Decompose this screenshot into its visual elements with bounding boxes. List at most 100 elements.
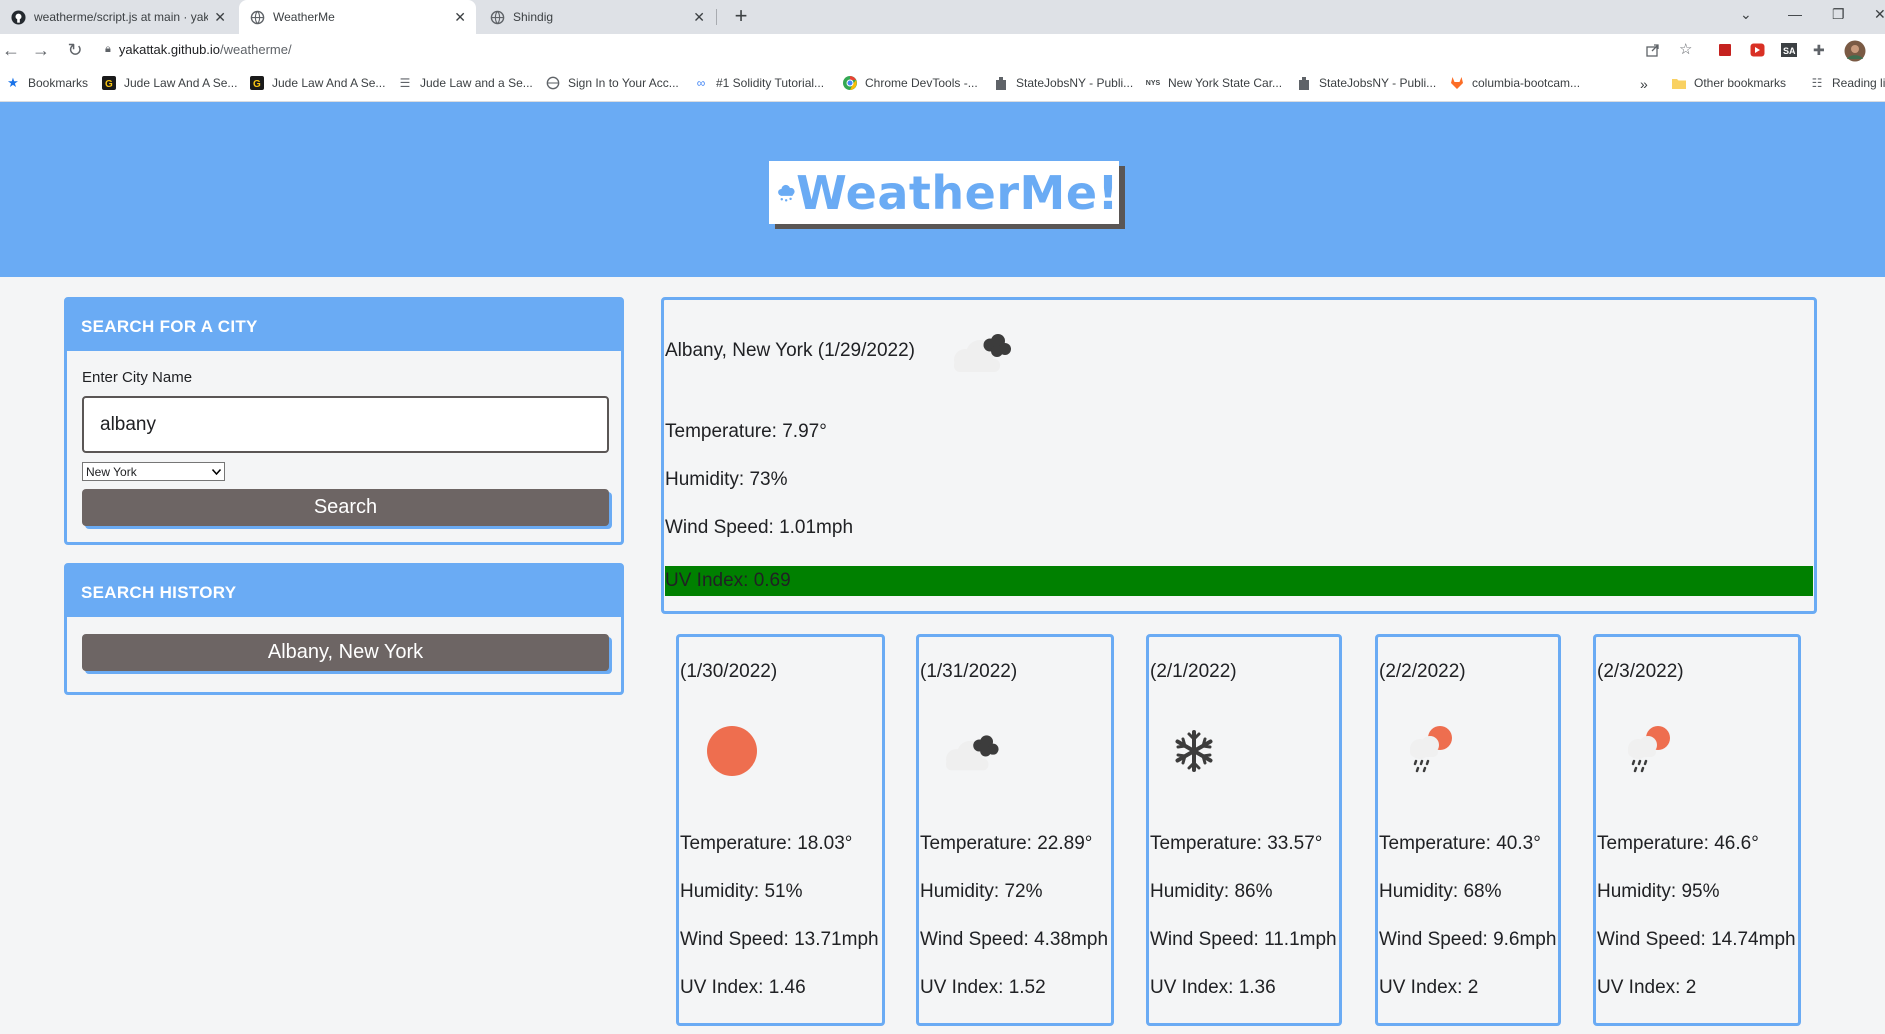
close-window-icon[interactable]: ✕ (1874, 6, 1885, 23)
share-icon[interactable] (1646, 43, 1662, 59)
bookmark-label: Reading li (1832, 76, 1885, 90)
page-content: WeatherMe! SEARCH FOR A CITY Enter City … (0, 102, 1885, 1034)
forward-icon[interactable]: → (30, 40, 52, 62)
avatar[interactable] (1844, 40, 1866, 62)
github-icon (10, 9, 26, 25)
bookmark-star-icon[interactable]: ☆ (1679, 42, 1695, 59)
search-panel: SEARCH FOR A CITY Enter City Name New Yo… (64, 297, 624, 545)
bookmarks-overflow-button[interactable]: » (1640, 76, 1648, 92)
forecast-wind-speed: Wind Speed: 9.6mph (1379, 929, 1557, 950)
tab-label: Shindig (513, 10, 554, 24)
reading-list[interactable]: ☷ Reading li (1810, 76, 1885, 90)
bookmark-item[interactable]: ★ Bookmarks (6, 75, 89, 90)
cloudy-icon (954, 334, 1011, 372)
close-icon[interactable]: ✕ (214, 9, 226, 26)
forecast-date: (2/2/2022) (1379, 661, 1466, 682)
url-field[interactable]: 🔒︎ yakattak.github.io/weatherme/ (105, 42, 292, 57)
bookmark-item[interactable]: G Jude Law And A Se... (250, 76, 385, 90)
tab-shindig[interactable]: Shindig ✕ (479, 0, 715, 34)
search-panel-heading: SEARCH FOR A CITY (67, 300, 621, 351)
extension-video-icon[interactable] (1750, 43, 1766, 59)
forecast-wind-speed: Wind Speed: 11.1mph (1150, 929, 1337, 950)
reading-list-icon: ☷ (1811, 76, 1823, 90)
building-icon (1297, 76, 1311, 90)
browser-tab-bar: weatherme/script.js at main · yak ✕ Weat… (0, 0, 1885, 34)
bookmark-item[interactable]: StateJobsNY - Publi... (994, 76, 1133, 90)
forecast-wind-speed: Wind Speed: 4.38mph (920, 929, 1109, 950)
bookmark-item[interactable]: Sign In to Your Acc... (546, 76, 679, 90)
current-humidity: Humidity: 73% (665, 469, 788, 490)
tab-github[interactable]: weatherme/script.js at main · yak ✕ (0, 0, 236, 34)
bookmark-label: #1 Solidity Tutorial... (716, 76, 825, 90)
bookmark-item[interactable]: Chrome DevTools -... (843, 76, 978, 90)
close-icon[interactable]: ✕ (693, 9, 705, 26)
bookmark-item[interactable]: StateJobsNY - Publi... (1297, 76, 1436, 90)
g-icon: G (102, 76, 116, 90)
snowflake-icon (1175, 730, 1213, 772)
forecast-humidity: Humidity: 95% (1597, 881, 1720, 902)
bookmark-item[interactable]: G Jude Law And A Se... (102, 76, 237, 90)
current-city-date: Albany, New York (1/29/2022) (665, 340, 915, 361)
current-uv-index: UV Index: 0.69 (665, 566, 1813, 596)
forecast-humidity: Humidity: 68% (1379, 881, 1502, 902)
rain-sun-icon (1410, 726, 1452, 773)
globe-icon (489, 9, 505, 25)
bookmark-label: New York State Car... (1168, 76, 1283, 90)
forecast-temperature: Temperature: 46.6° (1597, 833, 1759, 854)
history-panel-heading: SEARCH HISTORY (67, 566, 621, 617)
forecast-card: (2/3/2022) Temperature: 46.6° Humidity: … (1593, 634, 1801, 1026)
globe-icon (249, 9, 265, 25)
minimize-icon[interactable]: — (1788, 6, 1802, 22)
sun-icon (707, 726, 757, 776)
folder-icon (1672, 76, 1686, 90)
other-bookmarks[interactable]: Other bookmarks (1672, 76, 1786, 90)
restore-icon[interactable]: ❐ (1832, 6, 1845, 23)
city-search-input[interactable] (82, 396, 609, 453)
star-icon: ★ (7, 75, 19, 90)
bookmark-label: Jude Law and a Se... (420, 76, 533, 90)
bookmark-item[interactable]: ☰ Jude Law and a Se... (398, 76, 533, 90)
search-button[interactable]: Search (82, 489, 609, 526)
new-tab-button[interactable]: + (728, 4, 754, 30)
rain-sun-icon (1628, 726, 1670, 773)
forecast-temperature: Temperature: 18.03° (680, 833, 853, 854)
bookmark-label: columbia-bootcam... (1472, 76, 1581, 90)
bookmark-item[interactable]: NYS New York State Car... (1146, 76, 1282, 90)
reload-icon[interactable]: ↻ (64, 40, 86, 62)
forecast-humidity: Humidity: 86% (1150, 881, 1273, 902)
bookmark-item[interactable]: columbia-bootcam... (1450, 76, 1580, 90)
forecast-wind-speed: Wind Speed: 13.71mph (680, 929, 879, 950)
forecast-uv-index: UV Index: 1.36 (1150, 977, 1276, 998)
forecast-card: (2/1/2022) Temperature: 33.57° Humidity:… (1146, 634, 1342, 1026)
extension-sa-icon[interactable]: SA (1781, 43, 1797, 59)
forecast-temperature: Temperature: 33.57° (1150, 833, 1323, 854)
bookmarks-bar: ★ Bookmarks G Jude Law And A Se... G Jud… (0, 68, 1885, 102)
back-icon[interactable]: ← (0, 40, 22, 62)
bookmark-label: Bookmarks (28, 76, 89, 90)
svg-text:G: G (253, 79, 261, 90)
bookmark-label: StateJobsNY - Publi... (1319, 76, 1437, 90)
forecast-temperature: Temperature: 40.3° (1379, 833, 1541, 854)
state-select-value: New York (86, 464, 137, 479)
forecast-card: (1/31/2022) Temperature: 22.89° Humidity… (916, 634, 1114, 1026)
tab-label: weatherme/script.js at main · yak (34, 10, 209, 24)
close-icon[interactable]: ✕ (454, 9, 466, 26)
tab-weatherme[interactable]: WeatherMe ✕ (239, 0, 476, 34)
extension-red-icon[interactable] (1718, 43, 1734, 59)
building-icon (994, 76, 1008, 90)
forecast-temperature: Temperature: 22.89° (920, 833, 1093, 854)
bookmark-item[interactable]: ∞ #1 Solidity Tutorial... (694, 76, 824, 90)
extensions-puzzle-icon[interactable]: ✚ (1813, 43, 1829, 59)
current-temperature: Temperature: 7.97° (665, 421, 827, 442)
chevron-down-icon (212, 468, 221, 475)
history-item-button[interactable]: Albany, New York (82, 634, 609, 671)
lock-icon: 🔒︎ (105, 43, 111, 55)
forecast-date: (1/31/2022) (920, 661, 1018, 682)
state-select[interactable]: New York (82, 462, 225, 481)
gitlab-icon (1450, 76, 1464, 90)
current-weather-card: Albany, New York (1/29/2022) Temperature… (661, 297, 1817, 614)
header-banner: WeatherMe! (0, 102, 1885, 277)
tab-search-icon[interactable]: ⌄ (1740, 6, 1752, 23)
forecast-card: (2/2/2022) Temperature: 40.3° Humidity: … (1375, 634, 1561, 1026)
city-field-label: Enter City Name (82, 369, 193, 386)
